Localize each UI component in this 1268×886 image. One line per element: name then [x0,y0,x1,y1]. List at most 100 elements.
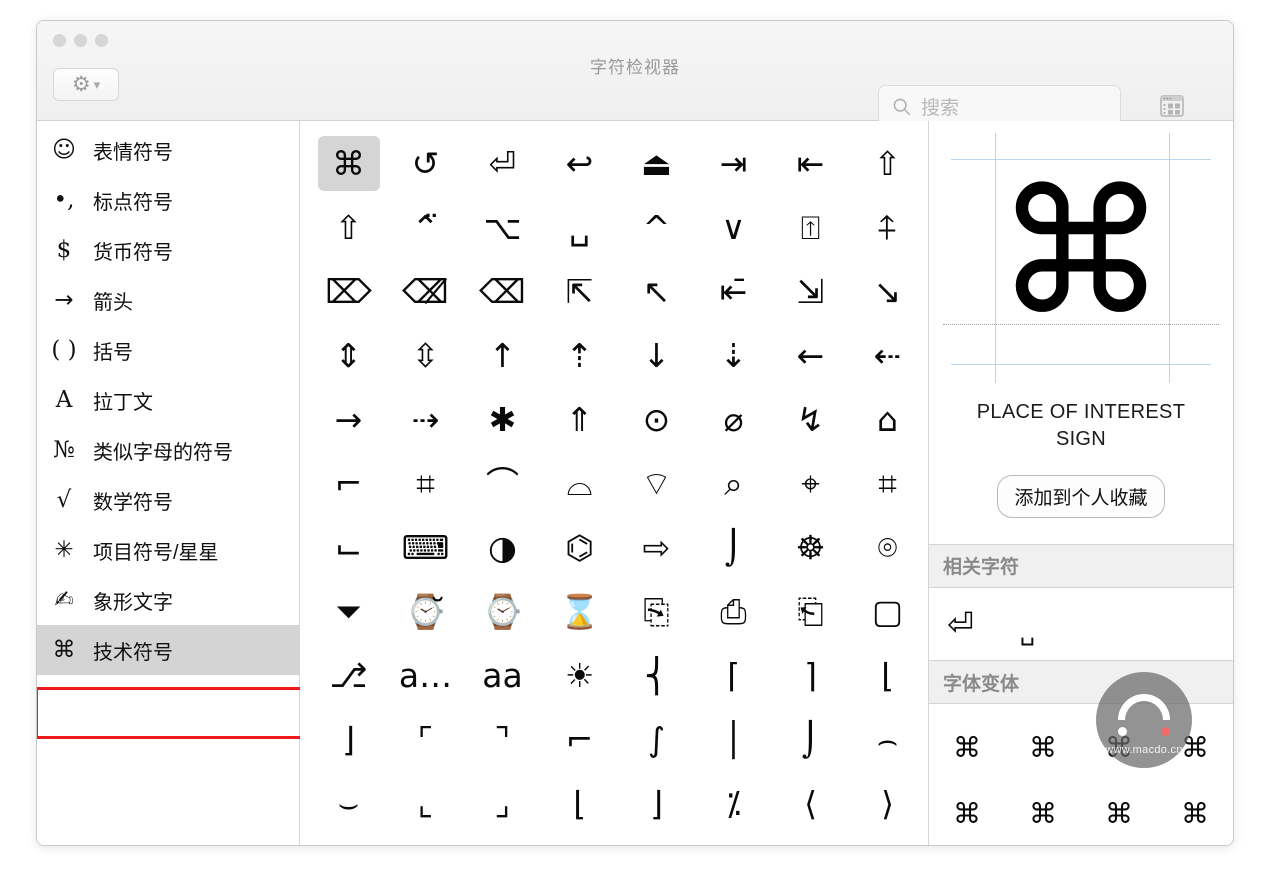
character-cell[interactable]: ⌗ [849,451,926,515]
character-cell[interactable]: ⇢ [387,387,464,451]
character-cell[interactable]: ⌡ [772,707,849,771]
character-cell[interactable]: ↺ [387,131,464,195]
font-variant-glyph[interactable]: ⌘ [1081,780,1157,845]
character-cell[interactable]: ⌘ [310,131,387,195]
character-cell[interactable]: ⇨ [618,515,695,579]
character-cell[interactable]: ⌊ [541,771,618,835]
sidebar-item-1[interactable]: •, 标点符号 [37,175,299,225]
character-cell[interactable]: ⊙ [618,387,695,451]
character-cell[interactable]: ⟨ [772,771,849,835]
font-variant-glyph[interactable]: ⌘ [1005,714,1081,780]
character-cell[interactable]: a… [387,643,464,707]
font-variant-glyph[interactable]: ⌘ [929,714,1005,780]
character-cell[interactable]: ↩ [541,131,618,195]
sidebar-item-4[interactable]: ( ) 括号 [37,325,299,375]
character-cell[interactable]: ↑ [464,323,541,387]
character-cell[interactable]: ⌗ [387,451,464,515]
related-character[interactable]: ␣ [1020,618,1035,646]
character-cell[interactable]: ⟩ [849,771,926,835]
character-cell[interactable]: ⌖ [772,451,849,515]
character-grid-pane[interactable]: ⌘ ↺ ⏎ ↩ ⏏ ⇥ ⇤ ⇧ ⇧ ⌃̈ ⌥ ␣ ^ ∨ ⍐ ⍏ ⌦ ⌫̸ ⌫ ⇱ ↖ ⇤̄ ⇲ ↘ ⇕ ⇳ ↑ ⇡ ↓ ⇣ ← ⇠ → ⇢ ✱ ⇑ ⊙… [300,121,929,845]
minimize-button[interactable] [74,34,87,47]
related-character[interactable]: ⏎ [947,605,974,643]
character-cell[interactable]: ☸ [772,515,849,579]
character-cell[interactable]: ⇤ [772,131,849,195]
character-cell[interactable]: ␣ [541,195,618,259]
character-cell[interactable]: ⇣ [695,323,772,387]
character-cell[interactable]: ⌣ [310,771,387,835]
character-cell[interactable]: ⌙ [310,515,387,579]
character-cell[interactable]: ⌞ [387,771,464,835]
character-cell[interactable]: ⌝ [464,707,541,771]
character-cell[interactable]: ⌕ [695,451,772,515]
character-cell[interactable]: ⌔ [618,451,695,515]
character-cell[interactable]: ⌨ [387,515,464,579]
sidebar-item-8[interactable]: ✳ 项目符号/星星 [37,525,299,575]
character-cell[interactable]: ⎇ [310,643,387,707]
font-variant-glyph[interactable]: ⌘ [1005,780,1081,845]
character-cell[interactable]: ⇧ [310,195,387,259]
character-cell[interactable]: ⌜ [387,707,464,771]
character-cell[interactable]: ⇠ [849,323,926,387]
character-cell[interactable]: ⌐ [541,707,618,771]
sidebar-item-0[interactable]: ☺ 表情符号 [37,125,299,175]
character-cell[interactable]: ⎘ [618,579,695,643]
character-cell[interactable]: ⌚̆ [387,579,464,643]
character-cell[interactable]: ⎨ [618,643,695,707]
character-cell[interactable]: ⌦ [310,259,387,323]
character-cell[interactable]: ☀ [541,643,618,707]
character-cell[interactable]: ⏏ [618,131,695,195]
character-cell[interactable]: ⎙ [695,579,772,643]
character-cell[interactable]: ⍐ [772,195,849,259]
character-cell[interactable]: ⇥ [695,131,772,195]
character-cell[interactable]: ⇑ [541,387,618,451]
character-cell[interactable]: ⌈ [695,643,772,707]
character-cell[interactable]: ⇧ [849,131,926,195]
character-cell[interactable]: ∫ [618,707,695,771]
character-cell[interactable]: ⎗ [772,579,849,643]
character-cell[interactable]: ⏎ [464,131,541,195]
character-cell[interactable]: ⌓ [541,451,618,515]
character-cell[interactable]: ^ [618,195,695,259]
sidebar-item-2[interactable]: $ 货币符号 [37,225,299,275]
character-cell[interactable]: ⌒ [464,451,541,515]
character-cell[interactable]: ⌐ [310,451,387,515]
add-to-favorites-button[interactable]: 添加到个人收藏 [997,474,1165,518]
character-cell[interactable]: ⌫̸ [387,259,464,323]
character-cell[interactable]: aa [464,643,541,707]
character-cell[interactable]: ⌡ [695,515,772,579]
character-cell[interactable]: ⇲ [772,259,849,323]
character-cell[interactable]: ▢ [849,579,926,643]
character-cell[interactable]: ⌃̈ [387,195,464,259]
sidebar-item-6[interactable]: № 类似字母的符号 [37,425,299,475]
character-panel-toggle-button[interactable] [1155,89,1189,123]
window-controls[interactable] [53,34,108,47]
character-cell[interactable]: ⌀ [695,387,772,451]
character-cell[interactable]: ⇕ [310,323,387,387]
character-cell[interactable]: ⇤̄ [695,259,772,323]
character-cell[interactable]: ⇳ [387,323,464,387]
character-cell[interactable]: ⌚ [464,579,541,643]
sidebar-item-5[interactable]: A 拉丁文 [37,375,299,425]
character-cell[interactable]: ⌢ [849,707,926,771]
character-cell[interactable]: ∨ [695,195,772,259]
character-cell[interactable]: ⌋ [618,771,695,835]
character-cell[interactable]: ⌋ [310,707,387,771]
character-cell[interactable]: ⌫ [464,259,541,323]
character-cell[interactable]: ← [772,323,849,387]
character-cell[interactable]: ⌟ [464,771,541,835]
font-variant-glyph[interactable]: ⌘ [1157,780,1233,845]
sidebar-item-3[interactable]: → 箭头 [37,275,299,325]
character-cell[interactable]: ⇡ [541,323,618,387]
character-cell[interactable]: ↓ [618,323,695,387]
sidebar-item-10[interactable]: ⌘ 技术符号 [37,625,299,675]
character-cell[interactable]: ↯ [772,387,849,451]
related-characters-row[interactable]: ⏎ ␣ [929,588,1233,660]
close-button[interactable] [53,34,66,47]
character-cell[interactable]: ⌉ [772,643,849,707]
character-cell[interactable]: ⌛ [541,579,618,643]
character-cell[interactable]: → [310,387,387,451]
character-cell[interactable]: ⁒ [695,771,772,835]
character-cell[interactable]: ⌂ [849,387,926,451]
character-cell[interactable]: │ [695,707,772,771]
